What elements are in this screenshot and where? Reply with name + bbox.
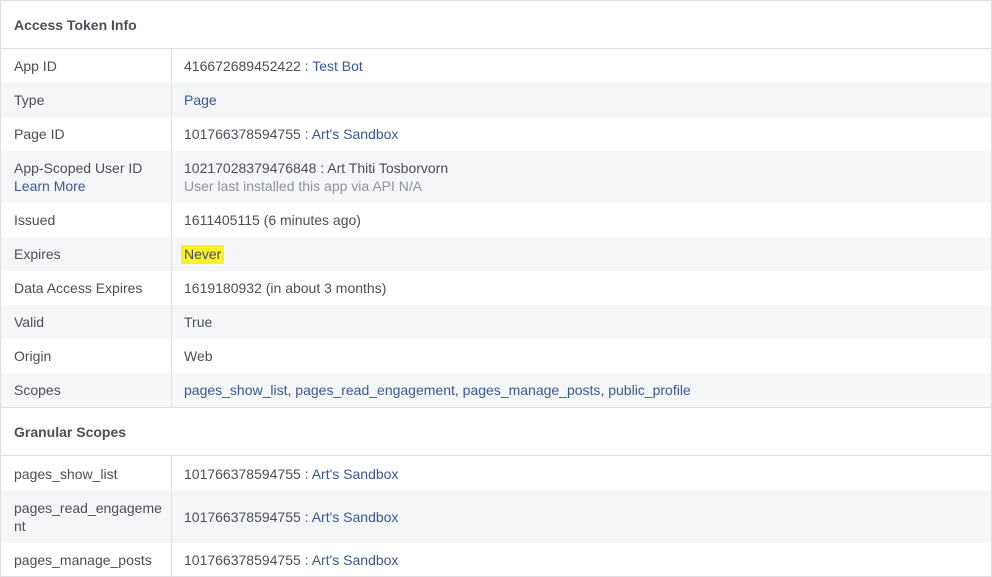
row-app-id: App ID 416672689452422 : Test Bot	[1, 49, 991, 83]
app-id-number: 416672689452422	[184, 58, 301, 74]
separator: :	[300, 552, 312, 568]
page-id-number: 101766378594755	[184, 465, 301, 482]
row-data-access-expires: Data Access Expires 1619180932 (in about…	[1, 271, 991, 305]
row-page-id: Page ID 101766378594755 : Art's Sandbox	[1, 117, 991, 151]
value-app-id: 416672689452422 : Test Bot	[172, 49, 991, 83]
separator: :	[300, 465, 312, 482]
install-note: User last installed this app via API N/A	[184, 178, 423, 194]
label-valid: Valid	[1, 305, 172, 339]
row-issued: Issued 1611405115 (6 minutes ago)	[1, 203, 991, 237]
scope-link[interactable]: pages_show_list	[184, 382, 288, 398]
separator: :	[300, 58, 313, 74]
page-id-number: 101766378594755	[184, 126, 301, 142]
row-origin: Origin Web	[1, 339, 991, 373]
granular-scope-row: pages_manage_posts 101766378594755 : Art…	[1, 543, 991, 577]
expires-highlighted-value: Never	[181, 244, 225, 264]
row-type: Type Page	[1, 83, 991, 117]
row-valid: Valid True	[1, 305, 991, 339]
value-valid: True	[184, 314, 213, 330]
granular-scope-row: pages_read_engagement 101766378594755 : …	[1, 491, 991, 543]
row-expires: Expires Never	[1, 237, 991, 271]
scope-link[interactable]: public_profile	[608, 382, 691, 398]
label-page-id: Page ID	[1, 117, 172, 151]
page-name-link[interactable]: Art's Sandbox	[312, 466, 399, 482]
granular-scope-name: pages_manage_posts	[1, 543, 172, 577]
separator: :	[300, 126, 312, 142]
granular-scope-name: pages_show_list	[1, 456, 172, 491]
scope-link[interactable]: pages_manage_posts	[463, 382, 601, 398]
page-name-link[interactable]: Art's Sandbox	[312, 552, 399, 568]
value-type: Page	[172, 83, 991, 117]
value-page-id: 101766378594755 : Art's Sandbox	[172, 117, 991, 151]
granular-scope-value: 101766378594755 : Art's Sandbox	[172, 543, 991, 577]
label-data-access-expires: Data Access Expires	[1, 271, 172, 305]
page-id-number: 101766378594755	[184, 552, 301, 568]
app-scoped-user-id-label: App-Scoped User ID	[14, 160, 143, 176]
value-app-scoped-user-id: 10217028379476848 : Art Thiti Tosborvorn…	[172, 151, 991, 203]
app-name-link[interactable]: Test Bot	[312, 58, 363, 74]
value-origin: Web	[184, 348, 213, 364]
row-app-scoped-user-id: App-Scoped User ID Learn More 1021702837…	[1, 151, 991, 203]
page-name-link[interactable]: Art's Sandbox	[312, 509, 399, 525]
type-link[interactable]: Page	[184, 92, 217, 108]
user-id-and-name: 10217028379476848 : Art Thiti Tosborvorn	[184, 160, 449, 176]
section-title-access-token-info: Access Token Info	[1, 1, 991, 49]
separator: ,	[454, 382, 463, 398]
granular-scope-value: 101766378594755 : Art's Sandbox	[172, 491, 991, 543]
label-issued: Issued	[1, 203, 172, 237]
label-type: Type	[1, 83, 172, 117]
value-data-access-expires: 1619180932 (in about 3 months)	[184, 280, 387, 296]
access-token-panel: Access Token Info App ID 416672689452422…	[0, 0, 992, 577]
value-expires: Never	[172, 237, 991, 271]
label-app-scoped-user-id: App-Scoped User ID Learn More	[1, 151, 172, 203]
granular-scope-row: pages_show_list 101766378594755 : Art's …	[1, 456, 991, 491]
scope-link[interactable]: pages_read_engagement	[295, 382, 455, 398]
label-expires: Expires	[1, 237, 172, 271]
label-app-id: App ID	[1, 49, 172, 83]
label-scopes: Scopes	[1, 373, 172, 407]
label-origin: Origin	[1, 339, 172, 373]
granular-scope-value: 101766378594755 : Art's Sandbox	[172, 456, 991, 491]
row-scopes: Scopes pages_show_list, pages_read_engag…	[1, 373, 991, 407]
learn-more-link[interactable]: Learn More	[14, 177, 163, 195]
page-id-number: 101766378594755	[184, 509, 301, 525]
granular-scope-name: pages_read_engagement	[1, 491, 172, 543]
value-issued: 1611405115 (6 minutes ago)	[184, 212, 361, 228]
page-name-link[interactable]: Art's Sandbox	[312, 126, 399, 142]
value-scopes: pages_show_list, pages_read_engagement, …	[172, 373, 991, 407]
section-title-granular-scopes: Granular Scopes	[1, 407, 991, 456]
separator: :	[300, 509, 312, 525]
